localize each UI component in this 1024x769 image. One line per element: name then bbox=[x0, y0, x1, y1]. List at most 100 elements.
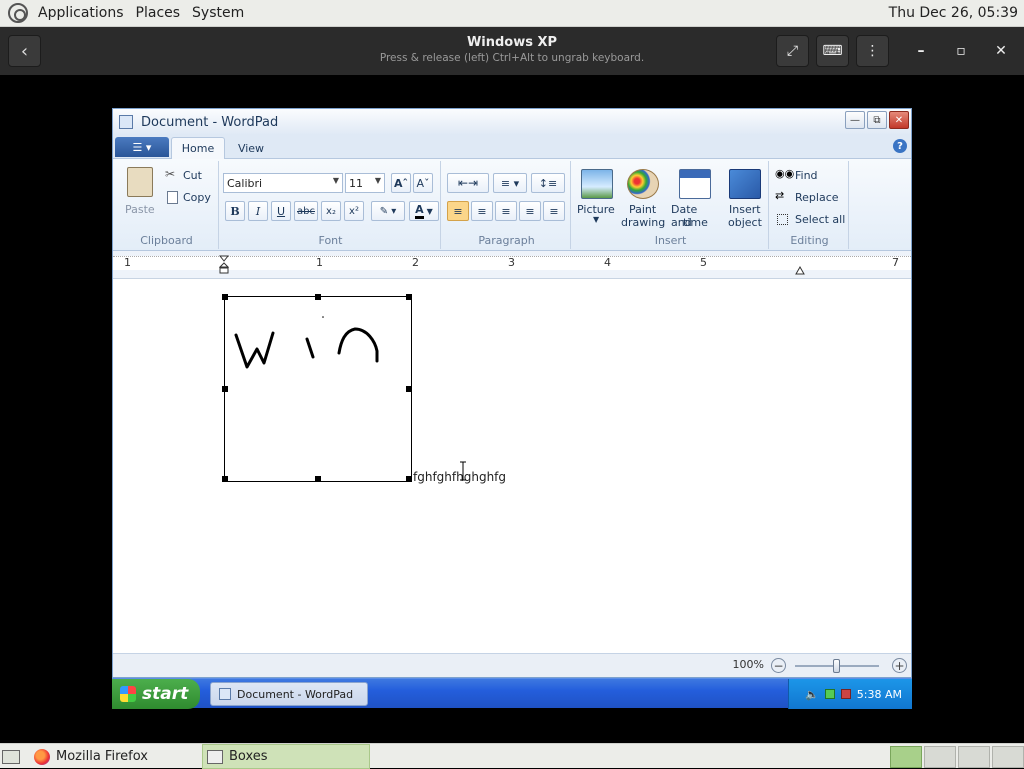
help-icon[interactable]: ? bbox=[893, 139, 907, 153]
shrink-font-button[interactable]: Aˇ bbox=[413, 173, 433, 193]
align-right-button[interactable]: ≡ bbox=[495, 201, 517, 221]
paint-label-1: Paint bbox=[629, 203, 657, 216]
highlight-color-button[interactable]: ✎ ▾ bbox=[371, 201, 405, 221]
security-icon[interactable] bbox=[840, 689, 851, 699]
tab-home[interactable]: Home bbox=[171, 137, 225, 159]
superscript-button[interactable]: x² bbox=[344, 201, 364, 221]
boxes-header: ‹ Windows XP Press & release (left) Ctrl… bbox=[0, 27, 1024, 75]
xp-taskbar: start Document - WordPad 🔈 5:38 AM bbox=[112, 678, 912, 709]
system-tray: 🔈 5:38 AM bbox=[788, 679, 912, 709]
underline-button[interactable]: U bbox=[271, 201, 291, 221]
taskbar-item-firefox[interactable]: Mozilla Firefox bbox=[30, 744, 200, 769]
wp-minimize-button[interactable]: — bbox=[845, 111, 865, 129]
applications-menu[interactable]: Applications bbox=[32, 5, 130, 21]
keyboard-button[interactable]: ⌨ bbox=[816, 35, 849, 67]
date-label-2: time bbox=[683, 216, 708, 229]
line-spacing-button[interactable]: ↕≡ bbox=[531, 173, 565, 193]
system-menu[interactable]: System bbox=[186, 5, 250, 21]
close-button[interactable]: ✕ bbox=[989, 39, 1013, 63]
resize-handle[interactable] bbox=[315, 294, 321, 300]
line-spacing-icon: ↕≡ bbox=[538, 176, 558, 190]
paint-label-2: drawing bbox=[621, 216, 666, 229]
picture-button[interactable]: Picture ▼ bbox=[577, 163, 617, 233]
font-family-select[interactable]: Calibri ▼ bbox=[223, 173, 343, 193]
maximize-button[interactable]: ▫ bbox=[949, 39, 973, 63]
text-color-button[interactable]: A ▼ bbox=[409, 201, 439, 221]
align-center-button[interactable]: ≡ bbox=[471, 201, 493, 221]
strikethrough-button[interactable]: abc bbox=[294, 201, 318, 221]
editing-group: ◉◉ Find ⇄ Replace Select all Editing bbox=[771, 161, 849, 249]
network-icon[interactable] bbox=[824, 689, 835, 699]
kebab-menu-icon: ⋮ bbox=[865, 43, 880, 59]
application-menu-button[interactable]: ☰ ▾ bbox=[115, 137, 169, 157]
show-desktop-button[interactable] bbox=[2, 744, 24, 769]
tab-view[interactable]: View bbox=[229, 137, 273, 159]
copy-button[interactable]: Copy bbox=[165, 189, 215, 207]
cut-button[interactable]: ✂ Cut bbox=[165, 167, 215, 185]
resize-handle[interactable] bbox=[222, 476, 228, 482]
close-icon: ✕ bbox=[995, 43, 1007, 59]
paragraph-button[interactable]: ≡ bbox=[543, 201, 565, 221]
bullets-button[interactable]: ≡ ▾ bbox=[493, 173, 527, 193]
resize-handle[interactable] bbox=[406, 476, 412, 482]
wp-restore-button[interactable]: ⧉ bbox=[867, 111, 887, 129]
zoom-slider-thumb[interactable] bbox=[833, 659, 840, 673]
paste-button[interactable]: Paste bbox=[121, 165, 161, 225]
fullscreen-button[interactable]: ⤢ bbox=[776, 35, 809, 67]
workspace-1[interactable] bbox=[890, 745, 922, 768]
taskbar-item-boxes[interactable]: Boxes bbox=[202, 744, 370, 769]
italic-button[interactable]: I bbox=[248, 201, 268, 221]
insert-object-button[interactable]: Insert object bbox=[723, 163, 765, 233]
ruler[interactable]: 1 1 2 3 4 5 7 bbox=[113, 251, 911, 279]
left-indent-marker[interactable] bbox=[218, 255, 230, 275]
find-button[interactable]: ◉◉ Find bbox=[775, 167, 845, 185]
gnome-foot-icon[interactable] bbox=[8, 3, 28, 23]
wp-close-button[interactable]: ✕ bbox=[889, 111, 909, 129]
embedded-drawing[interactable] bbox=[222, 294, 412, 482]
subscript-button[interactable]: x₂ bbox=[321, 201, 341, 221]
menu-button[interactable]: ⋮ bbox=[856, 35, 889, 67]
minimize-button[interactable]: – bbox=[909, 39, 933, 63]
shrink-font-icon: Aˇ bbox=[416, 176, 430, 190]
resize-handle[interactable] bbox=[222, 386, 228, 392]
document-area[interactable]: fghfghfhghghfg bbox=[113, 279, 911, 653]
resize-handle[interactable] bbox=[406, 386, 412, 392]
tray-clock[interactable]: 5:38 AM bbox=[857, 688, 902, 701]
align-left-icon: ≡ bbox=[453, 204, 463, 218]
workspace-4[interactable] bbox=[992, 745, 1024, 768]
cut-label: Cut bbox=[183, 169, 202, 182]
right-indent-marker[interactable] bbox=[795, 261, 805, 275]
taskbar-item-wordpad[interactable]: Document - WordPad bbox=[210, 682, 368, 706]
zoom-in-button[interactable]: + bbox=[892, 658, 907, 673]
volume-icon[interactable]: 🔈 bbox=[805, 688, 819, 701]
start-button[interactable]: start bbox=[112, 679, 200, 709]
workspace-3[interactable] bbox=[958, 745, 990, 768]
paint-drawing-button[interactable]: Paint drawing bbox=[621, 163, 665, 233]
replace-button[interactable]: ⇄ Replace bbox=[775, 189, 845, 207]
wordpad-titlebar[interactable]: Document - WordPad — ⧉ ✕ bbox=[113, 109, 911, 135]
clipboard-group-label: Clipboard bbox=[140, 234, 193, 247]
close-icon: ✕ bbox=[894, 114, 904, 126]
select-all-button[interactable]: Select all bbox=[775, 211, 847, 229]
right-indent-icon bbox=[795, 265, 805, 275]
resize-handle[interactable] bbox=[222, 294, 228, 300]
workspace-2[interactable] bbox=[924, 745, 956, 768]
chevron-down-icon: ▼ bbox=[593, 215, 600, 224]
date-time-button[interactable]: Date and time bbox=[669, 163, 719, 233]
align-left-button[interactable]: ≡ bbox=[447, 201, 469, 221]
workspace-switcher[interactable] bbox=[890, 744, 1024, 769]
select-all-icon bbox=[777, 214, 788, 225]
justify-button[interactable]: ≡ bbox=[519, 201, 541, 221]
highlighter-icon: ✎ ▾ bbox=[379, 205, 397, 217]
bold-button[interactable]: B bbox=[225, 201, 245, 221]
font-size-select[interactable]: 11 ▼ bbox=[345, 173, 385, 193]
indent-buttons[interactable]: ⇤⇥ bbox=[447, 173, 489, 193]
resize-handle[interactable] bbox=[315, 476, 321, 482]
zoom-slider[interactable] bbox=[795, 659, 879, 673]
font-group: Calibri ▼ 11 ▼ Aˆ Aˇ B I U abc x₂ x² ✎ ▾… bbox=[221, 161, 441, 249]
resize-handle[interactable] bbox=[406, 294, 412, 300]
zoom-out-button[interactable]: − bbox=[771, 658, 786, 673]
grow-font-button[interactable]: Aˆ bbox=[391, 173, 411, 193]
panel-clock[interactable]: Thu Dec 26, 05:39 bbox=[889, 5, 1024, 21]
places-menu[interactable]: Places bbox=[130, 5, 187, 21]
